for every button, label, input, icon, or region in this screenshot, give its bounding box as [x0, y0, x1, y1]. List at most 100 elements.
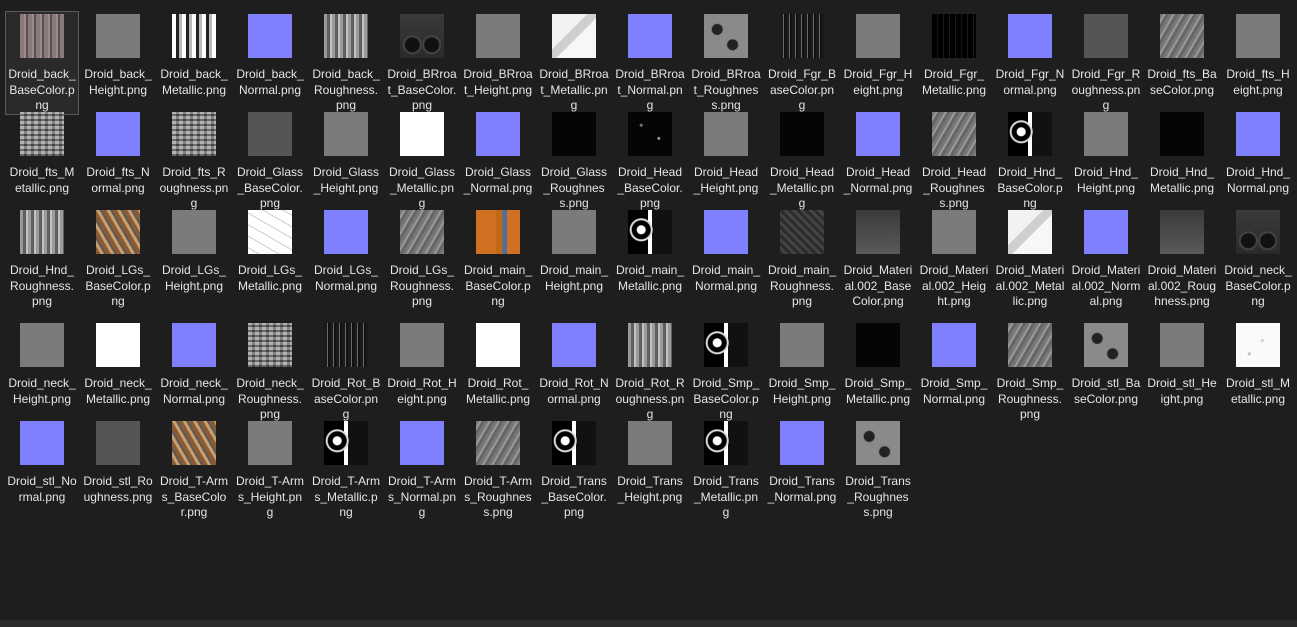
- file-item[interactable]: Droid_Rot_Height.png: [386, 321, 458, 407]
- file-item[interactable]: Droid_Head_Metallic.png: [766, 110, 838, 212]
- file-item[interactable]: Droid_stl_Roughness.png: [82, 419, 154, 505]
- file-item[interactable]: Droid_neck_Height.png: [6, 321, 78, 407]
- file-name: Droid_main_Height.png: [539, 263, 609, 293]
- file-thumbnail: [96, 112, 140, 156]
- file-item[interactable]: Droid_Hnd_Normal.png: [1222, 110, 1294, 196]
- file-item[interactable]: Droid_Rot_Roughness.png: [614, 321, 686, 423]
- file-thumbnail: [1008, 323, 1052, 367]
- file-item[interactable]: Droid_neck_Normal.png: [158, 321, 230, 407]
- file-item[interactable]: Droid_Glass_Metallic.png: [386, 110, 458, 212]
- file-thumbnail: [780, 421, 824, 465]
- file-item[interactable]: Droid_Material.002_BaseColor.png: [842, 208, 914, 310]
- file-item[interactable]: Droid_Material.002_Normal.png: [1070, 208, 1142, 310]
- file-item[interactable]: Droid_Head_BaseColor.png: [614, 110, 686, 212]
- file-name: Droid_fts_Metallic.png: [9, 165, 75, 195]
- file-item[interactable]: Droid_LGs_Normal.png: [310, 208, 382, 294]
- file-item[interactable]: Droid_Fgr_Height.png: [842, 12, 914, 98]
- file-item[interactable]: Droid_back_BaseColor.png: [5, 11, 79, 115]
- file-item[interactable]: Droid_Trans_Normal.png: [766, 419, 838, 505]
- file-item[interactable]: Droid_Fgr_BaseColor.png: [766, 12, 838, 114]
- file-item[interactable]: Droid_Glass_Normal.png: [462, 110, 534, 196]
- file-thumbnail: [1160, 14, 1204, 58]
- file-name: Droid_stl_Metallic.png: [1225, 376, 1291, 406]
- file-item[interactable]: Droid_Rot_Normal.png: [538, 321, 610, 407]
- file-item[interactable]: Droid_Material.002_Height.png: [918, 208, 990, 310]
- file-item[interactable]: Droid_BRroat_Height.png: [462, 12, 534, 98]
- file-thumbnail: [476, 210, 520, 254]
- file-item[interactable]: Droid_Glass_Roughness.png: [538, 110, 610, 212]
- file-item[interactable]: Droid_stl_Normal.png: [6, 419, 78, 505]
- file-item[interactable]: Droid_back_Metallic.png: [158, 12, 230, 98]
- file-item[interactable]: Droid_main_Height.png: [538, 208, 610, 294]
- file-item[interactable]: Droid_Fgr_Roughness.png: [1070, 12, 1142, 114]
- file-item[interactable]: Droid_Smp_BaseColor.png: [690, 321, 762, 423]
- file-item[interactable]: Droid_Head_Height.png: [690, 110, 762, 196]
- file-thumbnail: [628, 112, 672, 156]
- file-item[interactable]: Droid_LGs_BaseColor.png: [82, 208, 154, 310]
- file-item[interactable]: Droid_Glass_Height.png: [310, 110, 382, 196]
- file-item[interactable]: Droid_back_Roughness.png: [310, 12, 382, 114]
- file-item[interactable]: Droid_neck_Roughness.png: [234, 321, 306, 423]
- file-item[interactable]: Droid_LGs_Metallic.png: [234, 208, 306, 294]
- file-item[interactable]: Droid_Smp_Roughness.png: [994, 321, 1066, 423]
- file-item[interactable]: Droid_Smp_Height.png: [766, 321, 838, 407]
- file-item[interactable]: Droid_stl_Height.png: [1146, 321, 1218, 407]
- file-item[interactable]: Droid_back_Height.png: [82, 12, 154, 98]
- file-name: Droid_stl_Height.png: [1147, 376, 1217, 406]
- file-item[interactable]: Droid_T-Arms_Roughness.png: [462, 419, 534, 521]
- file-item[interactable]: Droid_Trans_Height.png: [614, 419, 686, 505]
- file-item[interactable]: Droid_Trans_Roughness.png: [842, 419, 914, 521]
- file-item[interactable]: Droid_fts_Metallic.png: [6, 110, 78, 196]
- file-item[interactable]: Droid_T-Arms_Metallic.png: [310, 419, 382, 521]
- file-item[interactable]: Droid_main_BaseColor.png: [462, 208, 534, 310]
- file-item[interactable]: Droid_T-Arms_BaseColor.png: [158, 419, 230, 521]
- file-item[interactable]: Droid_BRroat_Roughness.png: [690, 12, 762, 114]
- file-item[interactable]: Droid_Hnd_Metallic.png: [1146, 110, 1218, 196]
- file-thumbnail: [248, 112, 292, 156]
- file-item[interactable]: Droid_Smp_Metallic.png: [842, 321, 914, 407]
- file-item[interactable]: Droid_LGs_Height.png: [158, 208, 230, 294]
- file-item[interactable]: Droid_fts_Roughness.png: [158, 110, 230, 212]
- file-item[interactable]: Droid_Hnd_Roughness.png: [6, 208, 78, 310]
- file-item[interactable]: Droid_Glass_BaseColor.png: [234, 110, 306, 212]
- file-item[interactable]: Droid_Trans_BaseColor.png: [538, 419, 610, 521]
- file-item[interactable]: Droid_BRroat_BaseColor.png: [386, 12, 458, 114]
- file-item[interactable]: Droid_stl_Metallic.png: [1222, 321, 1294, 407]
- file-item[interactable]: Droid_stl_BaseColor.png: [1070, 321, 1142, 407]
- file-thumbnail: [324, 210, 368, 254]
- file-name: Droid_Material.002_Roughness.png: [1147, 263, 1217, 308]
- file-item[interactable]: Droid_Rot_Metallic.png: [462, 321, 534, 407]
- file-item[interactable]: Droid_LGs_Roughness.png: [386, 208, 458, 310]
- file-item[interactable]: Droid_Head_Normal.png: [842, 110, 914, 196]
- file-name: Droid_main_Roughness.png: [767, 263, 837, 308]
- file-item[interactable]: Droid_back_Normal.png: [234, 12, 306, 98]
- file-item[interactable]: Droid_Hnd_Height.png: [1070, 110, 1142, 196]
- file-item[interactable]: Droid_T-Arms_Normal.png: [386, 419, 458, 521]
- file-item[interactable]: Droid_BRroat_Normal.png: [614, 12, 686, 114]
- file-item[interactable]: Droid_BRroat_Metallic.png: [538, 12, 610, 114]
- file-name: Droid_Trans_Height.png: [617, 474, 683, 504]
- file-item[interactable]: Droid_Fgr_Normal.png: [994, 12, 1066, 98]
- file-item[interactable]: Droid_Material.002_Roughness.png: [1146, 208, 1218, 310]
- file-item[interactable]: Droid_neck_BaseColor.png: [1222, 208, 1294, 310]
- file-name: Droid_neck_BaseColor.png: [1224, 263, 1292, 308]
- file-item[interactable]: Droid_Hnd_BaseColor.png: [994, 110, 1066, 212]
- file-item[interactable]: Droid_Material.002_Metallic.png: [994, 208, 1066, 310]
- file-item[interactable]: Droid_Smp_Normal.png: [918, 321, 990, 407]
- file-item[interactable]: Droid_fts_Height.png: [1222, 12, 1294, 98]
- file-item[interactable]: Droid_main_Normal.png: [690, 208, 762, 294]
- file-item[interactable]: Droid_T-Arms_Height.png: [234, 419, 306, 521]
- file-item[interactable]: Droid_main_Roughness.png: [766, 208, 838, 310]
- file-thumbnail: [856, 323, 900, 367]
- file-item[interactable]: Droid_fts_BaseColor.png: [1146, 12, 1218, 98]
- file-name: Droid_back_Height.png: [84, 67, 152, 97]
- file-item[interactable]: Droid_neck_Metallic.png: [82, 321, 154, 407]
- file-item[interactable]: Droid_fts_Normal.png: [82, 110, 154, 196]
- file-item[interactable]: Droid_Fgr_Metallic.png: [918, 12, 990, 98]
- file-item[interactable]: Droid_Rot_BaseColor.png: [310, 321, 382, 423]
- file-item[interactable]: Droid_Head_Roughness.png: [918, 110, 990, 212]
- file-item[interactable]: Droid_Trans_Metallic.png: [690, 419, 762, 521]
- horizontal-scrollbar[interactable]: [0, 620, 1297, 627]
- file-name: Droid_Head_Height.png: [693, 165, 759, 195]
- file-item[interactable]: Droid_main_Metallic.png: [614, 208, 686, 294]
